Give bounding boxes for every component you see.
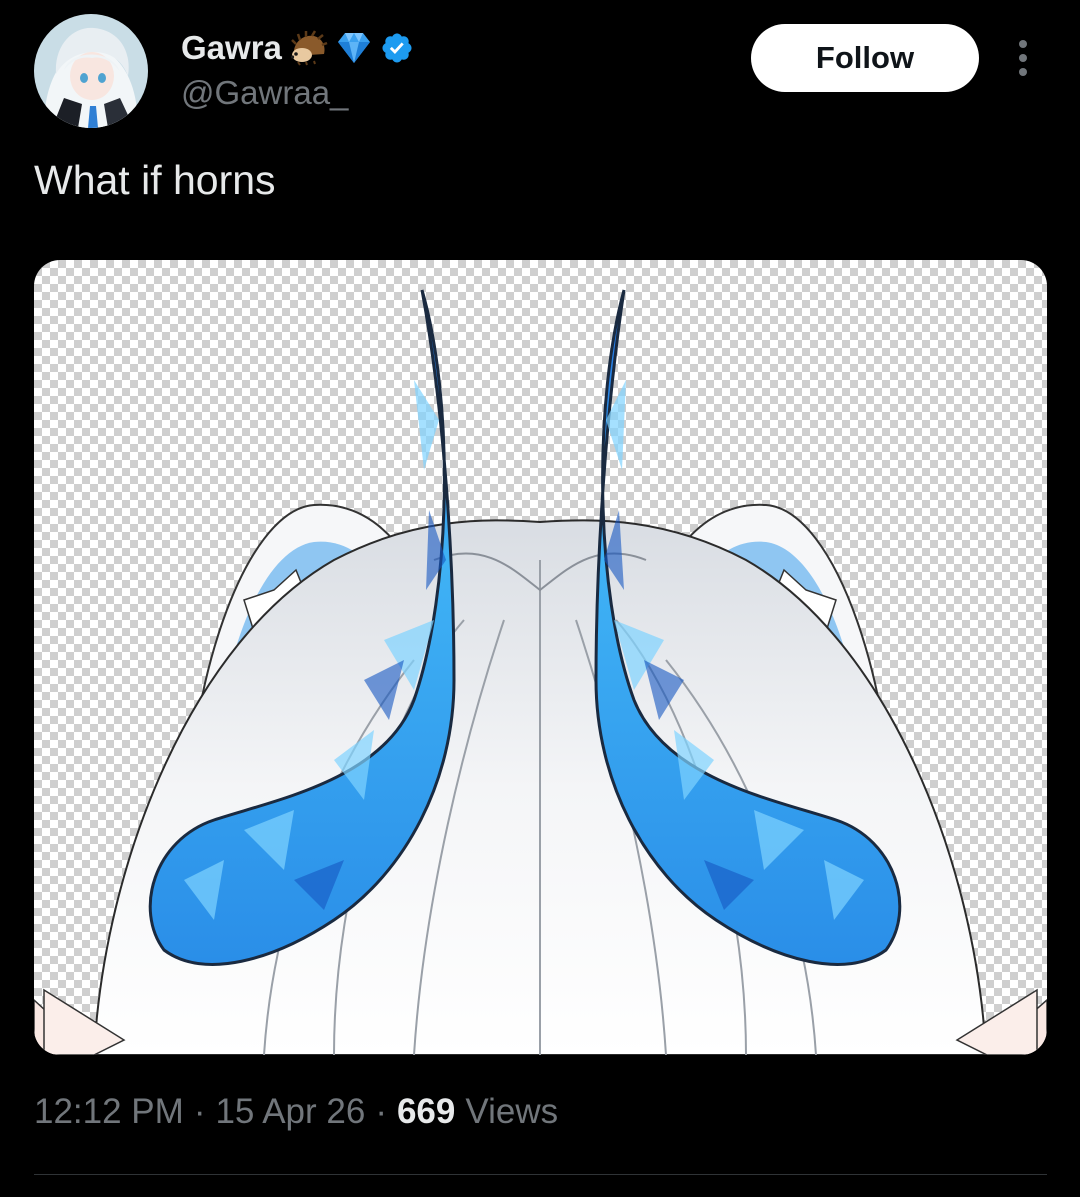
- tweet-card: Gawra @Gawraa_ Follow What if horns 12:1…: [0, 0, 1080, 1197]
- tweet-text: What if horns: [34, 157, 276, 203]
- tweet-time[interactable]: 12:12 PM: [34, 1092, 184, 1132]
- tweet-date[interactable]: 15 Apr 26: [215, 1092, 365, 1132]
- verified-badge-icon: [380, 31, 414, 65]
- tweet-meta: 12:12 PM · 15 Apr 26 · 669 Views: [34, 1092, 558, 1132]
- more-options-icon[interactable]: [1005, 38, 1041, 78]
- divider: [34, 1174, 1047, 1175]
- avatar[interactable]: [34, 14, 148, 128]
- author-handle[interactable]: @Gawraa_: [181, 74, 348, 112]
- artwork-illustration: [34, 289, 1047, 1055]
- meta-separator: ·: [375, 1092, 387, 1131]
- tweet-media-image[interactable]: [34, 260, 1047, 1055]
- follow-button[interactable]: Follow: [751, 24, 979, 92]
- meta-separator: ·: [193, 1092, 206, 1131]
- views-label[interactable]: Views: [465, 1092, 558, 1132]
- gem-icon: [334, 30, 374, 66]
- author-display-name[interactable]: Gawra: [181, 29, 282, 67]
- hedgehog-icon: [288, 30, 328, 66]
- views-count: 669: [396, 1092, 456, 1131]
- author-name-row: Gawra: [181, 26, 414, 70]
- avatar-image: [34, 14, 148, 128]
